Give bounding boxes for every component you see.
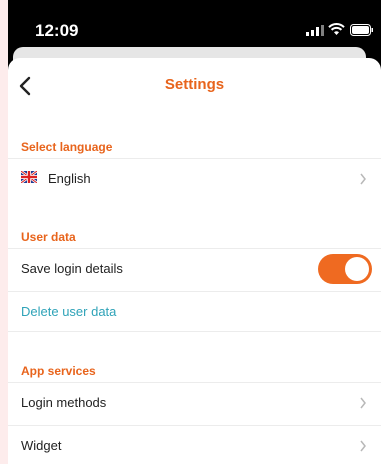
section-header-language: Select language bbox=[21, 140, 113, 154]
chevron-right-icon bbox=[360, 440, 366, 452]
save-login-row: Save login details bbox=[8, 248, 381, 289]
toggle-knob bbox=[345, 257, 369, 281]
section-header-user-data: User data bbox=[21, 230, 76, 244]
status-time: 12:09 bbox=[35, 21, 79, 40]
login-methods-row[interactable]: Login methods bbox=[8, 382, 381, 423]
uk-flag-icon bbox=[21, 171, 37, 183]
delete-user-data-row[interactable]: Delete user data bbox=[8, 291, 381, 332]
phone-frame: 12:09 Settings Select language English U… bbox=[8, 0, 381, 464]
language-value: English bbox=[48, 171, 91, 186]
settings-sheet: Settings Select language English User da… bbox=[8, 58, 381, 464]
save-login-toggle[interactable] bbox=[318, 254, 372, 284]
chevron-right-icon bbox=[360, 397, 366, 409]
battery-icon bbox=[350, 24, 373, 36]
widget-label: Widget bbox=[21, 438, 62, 453]
divider bbox=[8, 331, 381, 332]
page-title: Settings bbox=[164, 76, 225, 93]
login-methods-label: Login methods bbox=[21, 395, 107, 410]
status-bar: 12:09 bbox=[8, 0, 381, 50]
chevron-right-icon bbox=[360, 173, 366, 185]
wifi-icon bbox=[328, 23, 345, 35]
nav-bar: Settings bbox=[8, 58, 381, 114]
delete-user-data-link[interactable]: Delete user data bbox=[21, 304, 116, 319]
signal-icon bbox=[306, 25, 324, 36]
widget-row[interactable]: Widget bbox=[8, 425, 381, 464]
save-login-label: Save login details bbox=[21, 261, 123, 276]
section-header-app-services: App services bbox=[21, 364, 96, 378]
language-row[interactable]: English bbox=[8, 158, 381, 199]
